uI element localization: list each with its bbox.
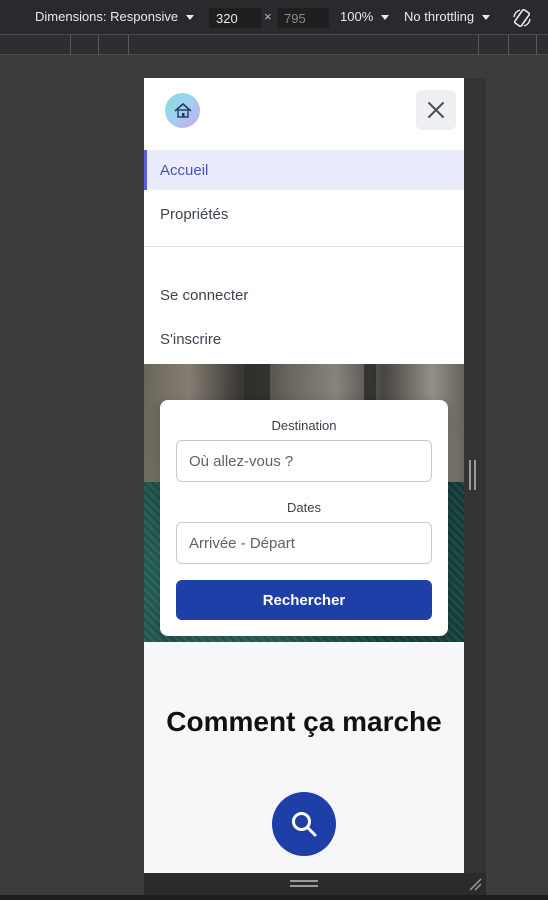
- dates-input[interactable]: [176, 522, 432, 564]
- search-card: Destination Dates Rechercher: [160, 400, 448, 636]
- close-icon: [428, 102, 444, 118]
- throttling-dropdown[interactable]: No throttling: [404, 9, 491, 24]
- search-button[interactable]: Rechercher: [176, 580, 432, 620]
- devtools-toolbar: Dimensions: Responsive 320 × 795 100% No…: [0, 0, 548, 35]
- zoom-label: 100%: [340, 9, 374, 24]
- house-icon: [173, 102, 192, 118]
- destination-label: Destination: [271, 418, 337, 433]
- brand-logo[interactable]: [165, 93, 200, 128]
- height-input[interactable]: 795: [277, 8, 329, 28]
- device-viewport: Accueil Propriétés Se connecter S'inscri…: [144, 78, 464, 873]
- chevron-down-icon: [482, 15, 491, 20]
- bottom-resize-handle[interactable]: [290, 880, 318, 888]
- devtools-bottom-edge: [0, 895, 548, 900]
- destination-input[interactable]: [176, 440, 432, 482]
- hero-section: Destination Dates Rechercher: [144, 364, 464, 642]
- zoom-dropdown[interactable]: 100%: [340, 9, 390, 24]
- how-it-works-title: Comment ça marche: [166, 706, 442, 737]
- app-header: [144, 78, 464, 150]
- close-menu-button[interactable]: [416, 90, 456, 130]
- search-icon: [292, 812, 317, 837]
- right-resize-handle[interactable]: [469, 460, 477, 490]
- nav-divider: [144, 246, 464, 247]
- chevron-down-icon: [381, 15, 390, 20]
- dimension-separator: ×: [264, 9, 272, 24]
- dates-label: Dates: [287, 500, 321, 515]
- media-query-ruler: [0, 35, 548, 55]
- nav-item-se-connecter[interactable]: Se connecter: [144, 275, 464, 315]
- dimensions-dropdown[interactable]: Dimensions: Responsive: [35, 9, 195, 24]
- rotate-icon[interactable]: [512, 8, 532, 28]
- width-input[interactable]: 320: [209, 8, 261, 28]
- corner-resize-icon[interactable]: [467, 876, 483, 892]
- mobile-nav-menu: Accueil Propriétés Se connecter S'inscri…: [144, 150, 464, 364]
- search-step-badge: [272, 792, 336, 856]
- chevron-down-icon: [186, 15, 195, 20]
- throttling-label: No throttling: [404, 9, 475, 24]
- nav-item-accueil[interactable]: Accueil: [144, 150, 464, 190]
- nav-item-proprietes[interactable]: Propriétés: [144, 194, 464, 234]
- dimensions-label: Dimensions: Responsive: [35, 9, 179, 24]
- nav-item-sinscrire[interactable]: S'inscrire: [144, 319, 464, 359]
